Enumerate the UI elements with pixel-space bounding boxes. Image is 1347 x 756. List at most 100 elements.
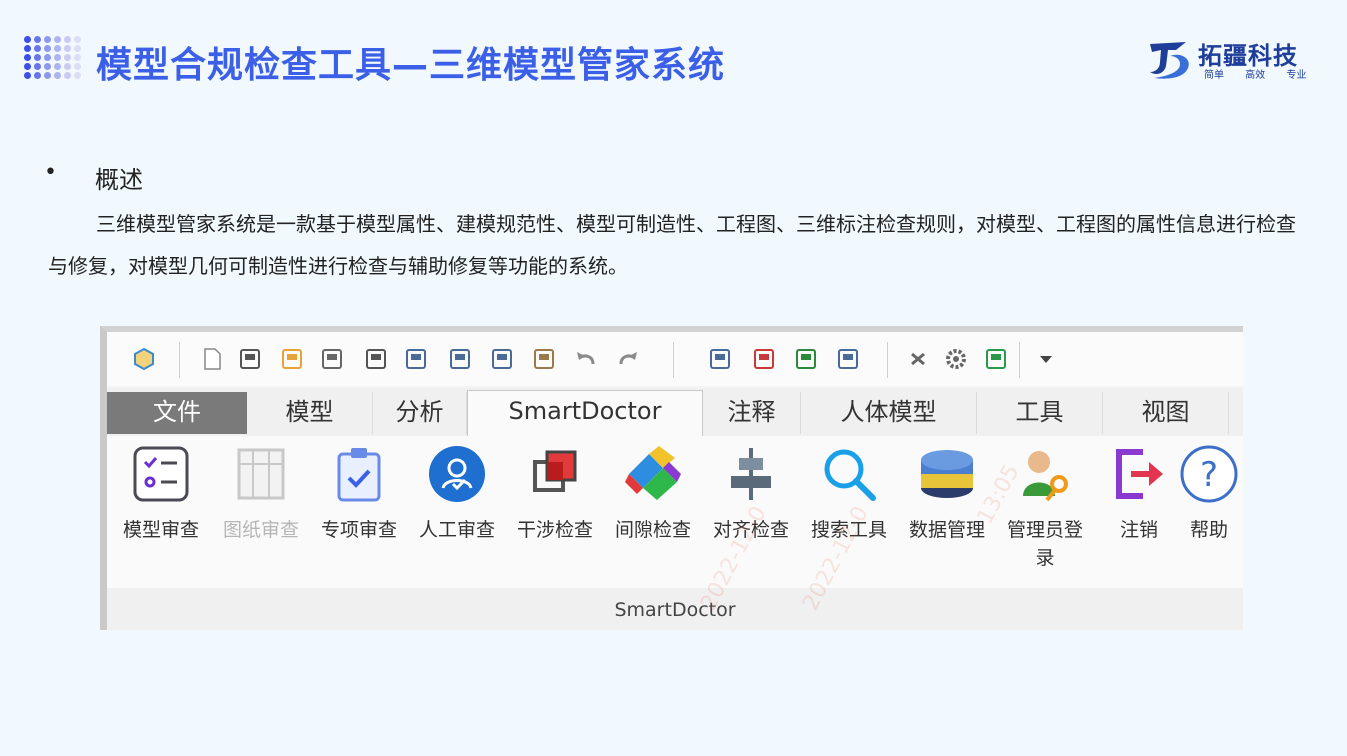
check-frame-icon[interactable] xyxy=(983,346,1009,372)
toolbar-separator xyxy=(179,342,180,378)
redo-icon[interactable] xyxy=(615,346,641,372)
decorative-dot xyxy=(74,45,81,52)
interference-check-button[interactable]: 干涉检查 xyxy=(507,444,603,544)
tree-icon[interactable] xyxy=(707,346,733,372)
tab-analysis[interactable]: 分析 xyxy=(373,392,467,434)
description-paragraph: 三维模型管家系统是一款基于模型属性、建模规范性、模型可制造性、工程图、三维标注检… xyxy=(48,212,1296,278)
tool-label: 模型审查 xyxy=(122,519,199,541)
decorative-dot xyxy=(44,63,51,70)
svg-text:?: ? xyxy=(1200,455,1218,495)
dropdown-icon[interactable] xyxy=(1033,346,1059,372)
decorative-dot xyxy=(64,72,71,79)
cube-icon[interactable] xyxy=(131,346,157,372)
decorative-dot-grid xyxy=(24,36,82,80)
undo-icon[interactable] xyxy=(573,346,599,372)
tab-smartdoctor[interactable]: SmartDoctor xyxy=(467,390,703,436)
toolbar-separator xyxy=(673,342,674,378)
special-review-button[interactable]: 专项审查 xyxy=(311,444,407,544)
tab-model[interactable]: 模型 xyxy=(247,392,373,434)
data-management-button[interactable]: 数据管理 xyxy=(899,444,995,544)
align-icon xyxy=(731,448,771,500)
decorative-dot xyxy=(64,63,71,70)
checklist-icon xyxy=(133,446,189,502)
tool-label: 图纸审查 xyxy=(222,519,299,541)
decorative-dot xyxy=(44,72,51,79)
decorative-dot xyxy=(24,45,31,52)
decorative-dot xyxy=(24,54,31,61)
tab-tools[interactable]: 工具 xyxy=(977,392,1103,434)
tab-file[interactable]: 文件 xyxy=(107,392,247,434)
decorative-dot xyxy=(34,54,41,61)
tool-label: 干涉检查 xyxy=(516,519,593,541)
decorative-dot xyxy=(34,36,41,43)
close-x-icon[interactable] xyxy=(905,346,931,372)
page-title: 模型合规检查工具—三维模型管家系统 xyxy=(96,45,726,86)
decorative-dot xyxy=(34,63,41,70)
tab-view[interactable]: 视图 xyxy=(1103,392,1229,434)
edit-pencil-icon[interactable] xyxy=(751,346,777,372)
clipboard-check-icon[interactable] xyxy=(531,346,557,372)
decorative-dot xyxy=(24,36,31,43)
help-icon: ? xyxy=(1180,445,1238,503)
tool-label: 人工审查 xyxy=(418,519,495,541)
decorative-dot xyxy=(64,54,71,61)
manual-review-button[interactable]: 人工审查 xyxy=(409,444,505,544)
decorative-dot xyxy=(64,45,71,52)
gear-icon[interactable] xyxy=(943,346,969,372)
quick-access-toolbar xyxy=(107,332,1243,386)
document-icon[interactable] xyxy=(489,346,515,372)
tool-label: 专项审查 xyxy=(320,519,397,541)
tool-label: 帮助 xyxy=(1189,519,1228,541)
open-folder-icon[interactable] xyxy=(279,346,305,372)
model-review-button[interactable]: 模型审查 xyxy=(113,444,209,544)
decorative-dot xyxy=(34,45,41,52)
ribbon-screenshot: 文件 模型 分析 SmartDoctor 注释 人体模型 工具 视图 模型审查 xyxy=(100,326,1243,630)
decorative-dot xyxy=(44,36,51,43)
clearance-icon xyxy=(625,446,681,500)
tool-label: 管理员登录 xyxy=(1006,519,1083,569)
database-icon xyxy=(921,450,973,498)
admin-login-button[interactable]: 管理员登录 xyxy=(997,444,1093,572)
logo-mark-icon xyxy=(1150,42,1189,79)
decorative-dot xyxy=(24,72,31,79)
drawing-icon xyxy=(237,448,285,500)
section-subtitle: 概述 xyxy=(95,166,143,194)
interference-icon xyxy=(533,450,577,492)
admin-key-icon xyxy=(1023,451,1068,502)
help-button[interactable]: ? 帮助 xyxy=(1161,444,1243,544)
clipboard-icon xyxy=(337,448,381,502)
send-icon[interactable] xyxy=(403,346,429,372)
decorative-dot xyxy=(34,72,41,79)
ribbon-panel: 模型审查 图纸审查 专项审查 人工审查 干涉检查 间隙检查 对齐检查 搜索工具 … xyxy=(107,436,1243,588)
ribbon-group-label: SmartDoctor xyxy=(107,588,1243,630)
tab-human-model[interactable]: 人体模型 xyxy=(801,392,977,434)
decorative-dot xyxy=(74,63,81,70)
decorative-dot xyxy=(54,36,61,43)
export-icon[interactable] xyxy=(447,346,473,372)
save-as-icon[interactable] xyxy=(237,346,263,372)
save-icon[interactable] xyxy=(363,346,389,372)
toolbar-separator xyxy=(887,342,888,378)
tool-label: 间隙检查 xyxy=(614,519,691,541)
person-check-icon xyxy=(429,446,485,502)
import-icon[interactable] xyxy=(319,346,345,372)
decorative-dot xyxy=(74,72,81,79)
search-icon xyxy=(824,449,876,501)
toolbar-separator xyxy=(1019,342,1020,378)
network-icon[interactable] xyxy=(793,346,819,372)
decorative-dot xyxy=(54,63,61,70)
tab-annotation[interactable]: 注释 xyxy=(703,392,801,434)
decorative-dot xyxy=(54,45,61,52)
company-logo: 拓疆科技 简单 高效 专业 xyxy=(1146,34,1318,84)
new-file-icon[interactable] xyxy=(199,346,225,372)
logout-icon xyxy=(1116,449,1163,499)
drawing-review-button[interactable]: 图纸审查 xyxy=(213,444,309,544)
decorative-dot xyxy=(44,45,51,52)
decorative-dot xyxy=(74,54,81,61)
decorative-dot xyxy=(64,36,71,43)
layout-icon[interactable] xyxy=(835,346,861,372)
decorative-dot xyxy=(74,36,81,43)
clearance-check-button[interactable]: 间隙检查 xyxy=(605,444,701,544)
decorative-dot xyxy=(44,54,51,61)
decorative-dot xyxy=(54,54,61,61)
